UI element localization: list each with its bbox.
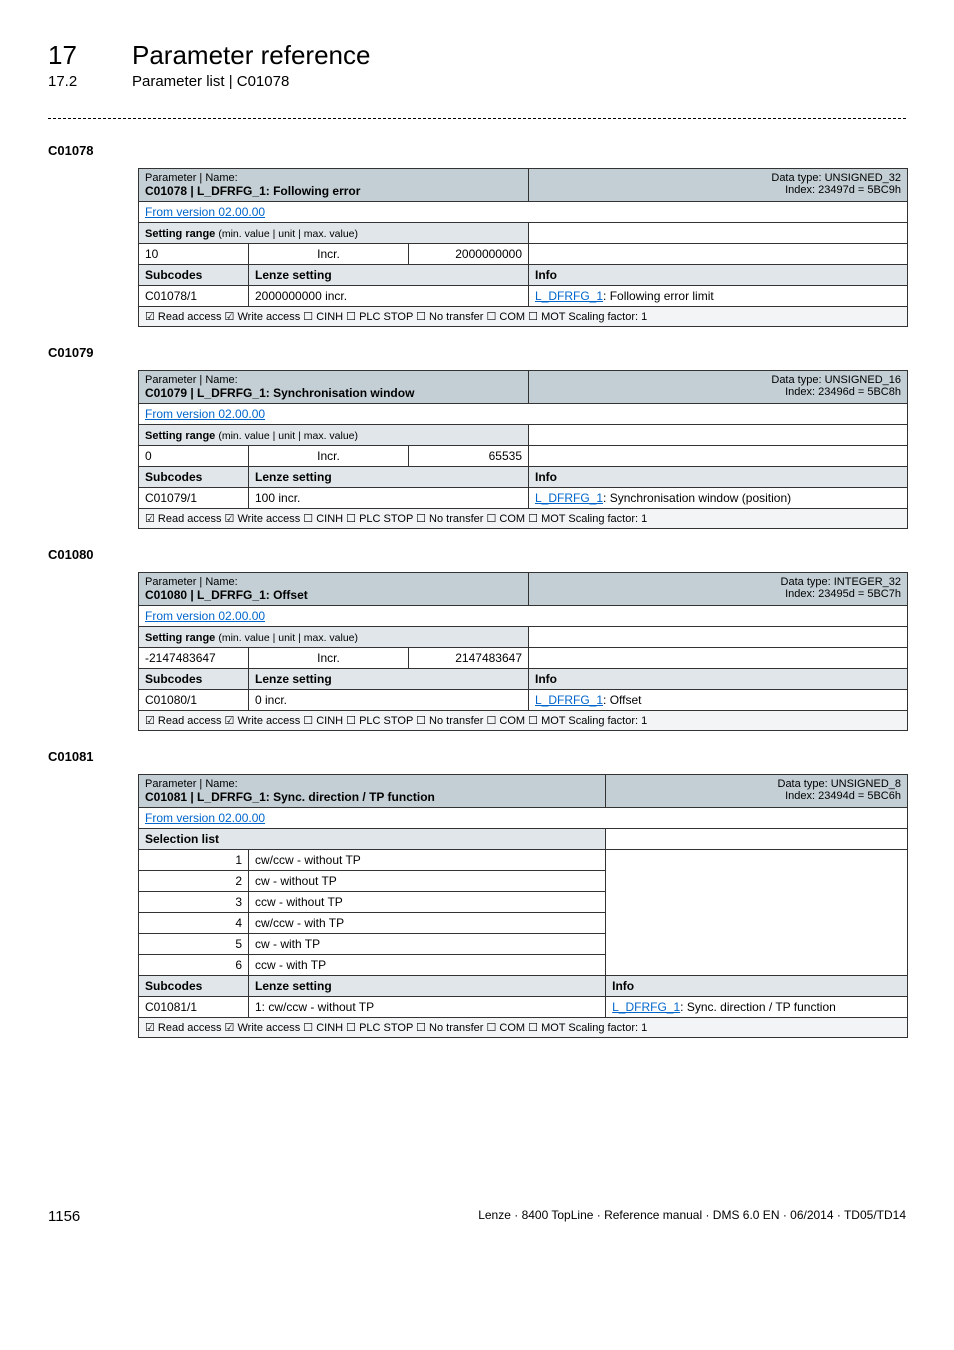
param-name-label: Parameter | Name: (145, 374, 238, 386)
param-name-value: C01079 | L_DFRFG_1: Synchronisation wind… (145, 386, 414, 400)
page-number: 1156 (48, 1208, 80, 1225)
selection-list-label: Selection list (139, 829, 606, 850)
range-min: 10 (139, 244, 249, 265)
setting-range-label: Setting range (145, 430, 218, 442)
selection-text: cw - with TP (249, 934, 606, 955)
param-name-label: Parameter | Name: (145, 576, 238, 588)
param-table-c01079: Parameter | Name: C01079 | L_DFRFG_1: Sy… (138, 370, 908, 529)
data-type: Data type: INTEGER_32 (781, 576, 901, 588)
param-heading: C01078 (48, 143, 906, 158)
chapter-title: Parameter reference (132, 40, 370, 71)
info-text: : Following error limit (603, 289, 714, 303)
range-max: 65535 (409, 446, 529, 467)
data-type: Data type: UNSIGNED_32 (771, 172, 901, 184)
param-name-label: Parameter | Name: (145, 778, 238, 790)
range-max: 2147483647 (409, 648, 529, 669)
index-value: Index: 23494d = 5BC6h (785, 790, 901, 802)
param-name-value: C01080 | L_DFRFG_1: Offset (145, 588, 308, 602)
range-unit: Incr. (249, 446, 409, 467)
from-version-link[interactable]: From version 02.00.00 (145, 811, 265, 825)
param-name-label: Parameter | Name: (145, 172, 238, 184)
param-name-value: C01078 | L_DFRFG_1: Following error (145, 184, 360, 198)
param-name-value: C01081 | L_DFRFG_1: Sync. direction / TP… (145, 790, 435, 804)
index-value: Index: 23495d = 5BC7h (785, 588, 901, 600)
subcodes-header: Subcodes (139, 265, 249, 286)
subcode-value: C01080/1 (139, 690, 249, 711)
subcode-value: C01078/1 (139, 286, 249, 307)
access-footer: ☑ Read access ☑ Write access ☐ CINH ☐ PL… (139, 1018, 908, 1038)
param-table-c01078: Parameter | Name: C01078 | L_DFRFG_1: Fo… (138, 168, 908, 327)
info-link[interactable]: L_DFRFG_1 (612, 1000, 680, 1014)
info-text: : Sync. direction / TP function (680, 1000, 836, 1014)
chapter-number: 17 (48, 40, 108, 71)
selection-num: 1 (139, 850, 249, 871)
section-title: Parameter list | C01078 (132, 73, 289, 90)
selection-num: 5 (139, 934, 249, 955)
lenze-setting-value: 0 incr. (249, 690, 529, 711)
lenze-setting-value: 1: cw/ccw - without TP (249, 997, 606, 1018)
info-header: Info (606, 976, 908, 997)
info-header: Info (529, 467, 908, 488)
subcodes-header: Subcodes (139, 976, 249, 997)
selection-num: 4 (139, 913, 249, 934)
selection-text: cw/ccw - without TP (249, 850, 606, 871)
data-type: Data type: UNSIGNED_16 (771, 374, 901, 386)
range-min: 0 (139, 446, 249, 467)
info-link[interactable]: L_DFRFG_1 (535, 693, 603, 707)
separator (48, 118, 906, 119)
range-unit: Incr. (249, 648, 409, 669)
from-version-link[interactable]: From version 02.00.00 (145, 609, 265, 623)
subcode-value: C01081/1 (139, 997, 249, 1018)
info-text: : Offset (603, 693, 641, 707)
param-heading: C01081 (48, 749, 906, 764)
info-header: Info (529, 265, 908, 286)
selection-text: ccw - with TP (249, 955, 606, 976)
subcodes-header: Subcodes (139, 669, 249, 690)
info-link[interactable]: L_DFRFG_1 (535, 289, 603, 303)
info-text: : Synchronisation window (position) (603, 491, 791, 505)
lenze-setting-value: 2000000000 incr. (249, 286, 529, 307)
param-heading: C01079 (48, 345, 906, 360)
index-value: Index: 23496d = 5BC8h (785, 386, 901, 398)
param-table-c01080: Parameter | Name: C01080 | L_DFRFG_1: Of… (138, 572, 908, 731)
info-header: Info (529, 669, 908, 690)
selection-num: 2 (139, 871, 249, 892)
range-min: -2147483647 (139, 648, 249, 669)
access-footer: ☑ Read access ☑ Write access ☐ CINH ☐ PL… (139, 711, 908, 731)
selection-text: ccw - without TP (249, 892, 606, 913)
selection-text: cw - without TP (249, 871, 606, 892)
lenze-setting-header: Lenze setting (249, 467, 529, 488)
subcode-value: C01079/1 (139, 488, 249, 509)
document-id: Lenze · 8400 TopLine · Reference manual … (478, 1208, 906, 1225)
range-unit: Incr. (249, 244, 409, 265)
from-version-link[interactable]: From version 02.00.00 (145, 407, 265, 421)
lenze-setting-header: Lenze setting (249, 669, 529, 690)
lenze-setting-header: Lenze setting (249, 976, 606, 997)
index-value: Index: 23497d = 5BC9h (785, 184, 901, 196)
selection-num: 3 (139, 892, 249, 913)
info-link[interactable]: L_DFRFG_1 (535, 491, 603, 505)
from-version-link[interactable]: From version 02.00.00 (145, 205, 265, 219)
range-max: 2000000000 (409, 244, 529, 265)
setting-range-label: Setting range (145, 632, 218, 644)
lenze-setting-value: 100 incr. (249, 488, 529, 509)
subcodes-header: Subcodes (139, 467, 249, 488)
section-number: 17.2 (48, 73, 108, 90)
access-footer: ☑ Read access ☑ Write access ☐ CINH ☐ PL… (139, 509, 908, 529)
data-type: Data type: UNSIGNED_8 (778, 778, 902, 790)
lenze-setting-header: Lenze setting (249, 265, 529, 286)
param-heading: C01080 (48, 547, 906, 562)
selection-num: 6 (139, 955, 249, 976)
setting-range-label: Setting range (145, 228, 218, 240)
selection-text: cw/ccw - with TP (249, 913, 606, 934)
access-footer: ☑ Read access ☑ Write access ☐ CINH ☐ PL… (139, 307, 908, 327)
param-table-c01081: Parameter | Name: C01081 | L_DFRFG_1: Sy… (138, 774, 908, 1038)
